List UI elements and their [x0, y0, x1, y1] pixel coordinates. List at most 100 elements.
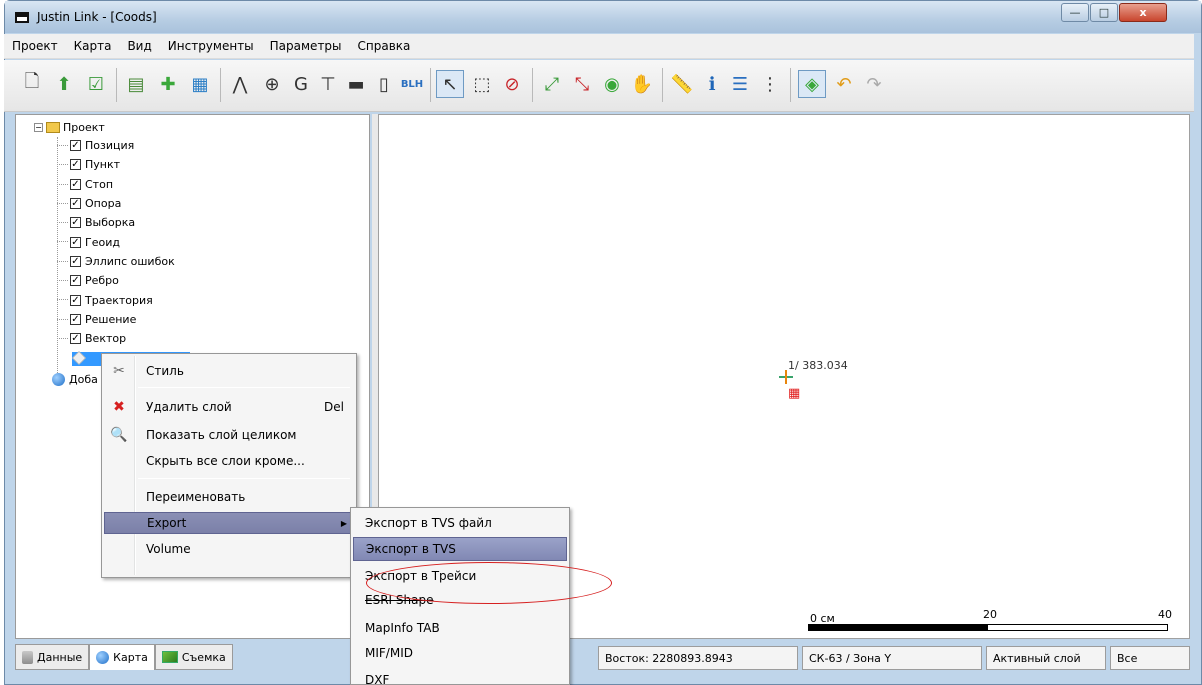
new-file-icon[interactable]: 🗋: [18, 70, 46, 98]
checkbox-checked-icon[interactable]: ✓: [70, 178, 81, 190]
checkbox-checked-icon[interactable]: ✓: [70, 236, 81, 248]
menu-view[interactable]: Вид: [119, 34, 159, 59]
tree-item-support[interactable]: ✓ Опора: [57, 194, 175, 213]
tree-item-edge[interactable]: ✓ Ребро: [57, 271, 175, 290]
menu-item-volume[interactable]: Volume: [104, 538, 354, 560]
point-marker-icon[interactable]: [779, 370, 793, 384]
collapse-icon[interactable]: −: [34, 123, 43, 132]
submenu-item-mif-mid[interactable]: MIF/MID: [353, 641, 567, 665]
list-numbered-icon[interactable]: ⋮: [756, 70, 784, 98]
list-icon[interactable]: ☰: [726, 70, 754, 98]
folder-icon: [46, 122, 60, 133]
menu-item-delete-layer[interactable]: ✖ Удалить слой Del: [104, 396, 354, 418]
tree-item-add[interactable]: Доба: [52, 373, 98, 386]
minimize-button[interactable]: —: [1061, 3, 1089, 22]
checkbox-checked-icon[interactable]: ✓: [70, 275, 81, 287]
tree-root[interactable]: − Проект: [34, 121, 105, 134]
menu-project[interactable]: Проект: [4, 34, 66, 59]
context-menu: ✂ Стиль ✖ Удалить слой Del 🔍 Показать сл…: [101, 353, 357, 578]
app-window-icon: [15, 12, 29, 23]
menu-help[interactable]: Справка: [350, 34, 419, 59]
cylinder-icon[interactable]: ▯: [370, 70, 398, 98]
tree-item-geoid[interactable]: ✓ Геоид: [57, 232, 175, 251]
checkbox-checked-icon[interactable]: ✓: [70, 217, 81, 229]
select-arrow-icon[interactable]: ↖: [436, 70, 464, 98]
annotation-ellipse: [366, 562, 612, 604]
tree-item-selection[interactable]: ✓ Выборка: [57, 213, 175, 232]
zoom-in-icon[interactable]: ⤢: [538, 70, 566, 98]
zoom-out-icon[interactable]: ⤡: [568, 70, 596, 98]
station-icon[interactable]: ⊤: [314, 70, 342, 98]
bottom-tabs: Данные Карта Съемка: [15, 644, 280, 672]
title-bar: Justin Link - [Coods] — □ x: [5, 1, 1201, 33]
g-icon[interactable]: G: [287, 70, 315, 98]
tab-survey[interactable]: Съемка: [154, 644, 233, 670]
menu-bar: Проект Карта Вид Инструменты Параметры С…: [4, 34, 1194, 59]
tree-list: ✓ Позиция ✓ Пункт ✓ Стоп ✓ Опора ✓ Выборка ✓ Г…: [57, 136, 175, 348]
close-button[interactable]: x: [1119, 3, 1167, 22]
status-crs: СК-63 / Зона Y: [802, 646, 982, 670]
tab-data[interactable]: Данные: [15, 644, 90, 670]
submenu-item-tvs[interactable]: Экспорт в TVS: [353, 537, 567, 561]
menu-item-zoom-layer[interactable]: 🔍 Показать слой целиком: [104, 424, 354, 446]
tree-item-point[interactable]: ✓ Пункт: [57, 155, 175, 174]
select-area-icon[interactable]: ⬚: [468, 70, 496, 98]
scale-label-mid: 20: [983, 608, 997, 621]
tab-map[interactable]: Карта: [89, 644, 155, 670]
database-icon: [22, 650, 33, 664]
window-title: Justin Link - [Coods]: [37, 10, 157, 24]
checkbox-checked-icon[interactable]: ✓: [70, 313, 81, 325]
checkbox-checked-icon[interactable]: ✓: [70, 294, 81, 306]
tripod-icon[interactable]: ⋀: [226, 70, 254, 98]
submenu-item-mapinfo-tab[interactable]: MapInfo TAB: [353, 616, 567, 640]
menu-tools[interactable]: Инструменты: [160, 34, 262, 59]
tree-item-stop[interactable]: ✓ Стоп: [57, 175, 175, 194]
blh-icon[interactable]: BLH: [398, 70, 426, 98]
submenu-item-tvs-file[interactable]: Экспорт в TVS файл: [353, 511, 567, 535]
globe-icon: [52, 373, 65, 386]
globe-icon: [96, 651, 110, 664]
import-layer-icon[interactable]: ▤: [122, 70, 150, 98]
survey-icon: [161, 651, 178, 663]
checkbox-checked-icon[interactable]: ✓: [70, 255, 81, 267]
pan-hand-icon[interactable]: ✋: [628, 70, 656, 98]
menu-map[interactable]: Карта: [66, 34, 120, 59]
rectangle-icon[interactable]: ▬: [342, 70, 370, 98]
add-layer-icon[interactable]: ✚: [154, 70, 182, 98]
menu-item-rename[interactable]: Переименовать: [104, 486, 354, 508]
open-file-icon[interactable]: ⬆: [50, 70, 78, 98]
point-label: 1/ 383.034: [788, 359, 848, 372]
submenu-item-dxf[interactable]: DXF: [353, 668, 567, 684]
menu-item-hide-others[interactable]: Скрыть все слои кроме...: [104, 450, 354, 472]
status-active-layer-label: Активный слой: [986, 646, 1106, 670]
delete-icon: ✖: [113, 399, 125, 415]
checkbox-checked-icon[interactable]: ✓: [70, 198, 81, 210]
tree-root-label: Проект: [63, 121, 105, 134]
maximize-button[interactable]: □: [1090, 3, 1118, 22]
antenna-icon[interactable]: ⊕: [258, 70, 286, 98]
menu-item-style[interactable]: ✂ Стиль: [104, 360, 354, 382]
layer-toggle-icon[interactable]: ◈: [798, 70, 826, 98]
save-file-icon[interactable]: ☑: [82, 70, 110, 98]
layer-properties-icon[interactable]: ▦: [186, 70, 214, 98]
menu-item-export[interactable]: Export ▶: [104, 512, 354, 534]
tree-item-trajectory[interactable]: ✓ Траектория: [57, 290, 175, 309]
status-active-layer-value: Все: [1110, 646, 1190, 670]
ruler-icon[interactable]: 📏: [668, 70, 696, 98]
menu-parameters[interactable]: Параметры: [262, 34, 350, 59]
zoom-layer-icon: 🔍: [110, 427, 128, 443]
zoom-extent-icon[interactable]: ◉: [598, 70, 626, 98]
tree-item-error-ellipse[interactable]: ✓ Эллипс ошибок: [57, 252, 175, 271]
info-icon[interactable]: ℹ: [698, 70, 726, 98]
tree-item-vector[interactable]: ✓ Вектор: [57, 329, 175, 348]
scale-bar: [808, 624, 1168, 631]
undo-icon[interactable]: ↶: [830, 70, 858, 98]
checkbox-checked-icon[interactable]: ✓: [70, 159, 81, 171]
tree-item-position[interactable]: ✓ Позиция: [57, 136, 175, 155]
redo-icon[interactable]: ↷: [860, 70, 888, 98]
no-select-icon[interactable]: ⊘: [498, 70, 526, 98]
checkbox-checked-icon[interactable]: ✓: [70, 140, 81, 152]
checkbox-checked-icon[interactable]: ✓: [70, 333, 81, 345]
tree-item-solution[interactable]: ✓ Решение: [57, 310, 175, 329]
point-glyph-icon: ▦: [788, 386, 801, 401]
